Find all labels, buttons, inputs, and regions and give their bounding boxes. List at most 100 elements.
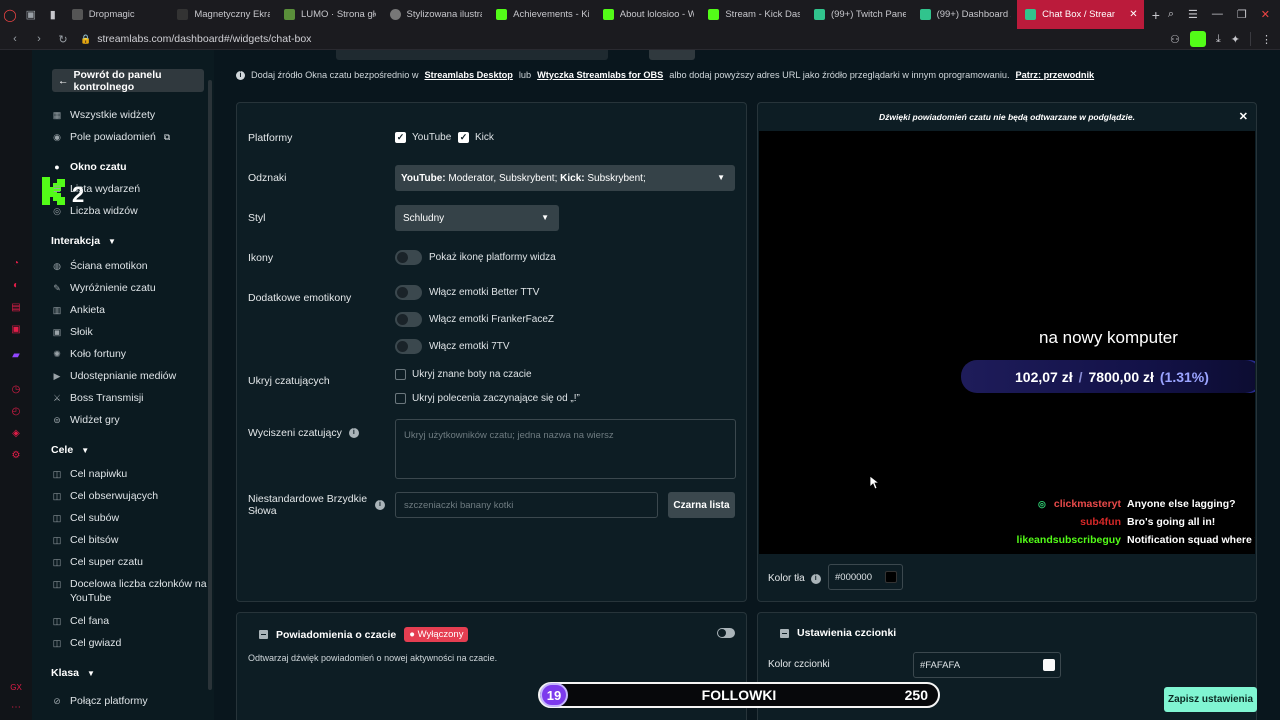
tab-8[interactable]: (99+) Dashboard / S [912, 0, 1018, 29]
sidebar-item-follower-goal[interactable]: ◫ Cel obserwujących [52, 489, 158, 503]
sidebar-item-jar[interactable]: ▣ Słoik [52, 325, 93, 339]
sidebar-scrollbar[interactable] [208, 80, 212, 690]
sidebar-item-fan-goal[interactable]: ◫ Cel fana [52, 614, 109, 628]
ai-icon[interactable]: ✦ [1231, 33, 1240, 46]
sidebar-item-game-widget[interactable]: ⊜ Widżet gry [52, 413, 119, 427]
sidebar-item-sub-goal[interactable]: ◫ Cel subów [52, 511, 119, 525]
youtube-checkbox[interactable]: ✓ YouTube [395, 132, 451, 143]
clock-icon[interactable]: ◴ [10, 406, 22, 418]
reload-icon[interactable]: ↻ [54, 33, 72, 46]
settings-icon[interactable]: ⚙ [10, 450, 22, 462]
blacklist-button[interactable]: Czarna lista [668, 492, 735, 518]
section-interakcja[interactable]: Interakcja ▼ [51, 235, 116, 247]
sidebar-item-event-list[interactable]: ☰ Lista wydarzeń [52, 182, 140, 196]
platform-icon-toggle[interactable] [395, 250, 422, 265]
sidebar-item-alert-box[interactable]: ◉ Pole powiadomień ⧉ [52, 130, 170, 144]
minimize-icon[interactable]: — [1212, 8, 1223, 21]
url-field[interactable]: 🔒 streamlabs.com/dashboard#/widgets/chat… [80, 33, 311, 45]
messages-icon[interactable]: ▤ [10, 302, 22, 314]
sidebar-item-poll[interactable]: ▥ Ankieta [52, 303, 105, 317]
arrow-left-icon: ← [58, 74, 69, 87]
sidebar-item-all-widgets[interactable]: ▦ Wszystkie widżety [52, 108, 155, 122]
tab-3[interactable]: Stylizowana ilustrac [382, 0, 489, 29]
sidebar-item-bits-goal[interactable]: ◫ Cel bitsów [52, 533, 119, 547]
tab-9-active[interactable]: Chat Box / Streamlabs✕ [1017, 0, 1144, 29]
chat-notifications-toggle[interactable] [717, 628, 735, 638]
whatsapp-icon[interactable]: ◔ [10, 258, 22, 270]
save-settings-button[interactable]: Zapisz ustawienia [1164, 687, 1257, 712]
help-icon[interactable]: i [375, 500, 385, 510]
back-to-dashboard-button[interactable]: ← Powrót do panelu kontrolnego [52, 69, 204, 93]
tab-1[interactable]: Magnetyczny Ekran [169, 0, 276, 29]
tab-menu-icon[interactable]: ☰ [1188, 8, 1198, 21]
close-window-icon[interactable]: ✕ [1261, 8, 1270, 21]
history-icon[interactable]: ◷ [10, 384, 22, 396]
font-settings-title[interactable]: Ustawienia czcionki [780, 627, 896, 639]
hide-bots-checkbox[interactable]: Ukryj znane boty na czacie [395, 369, 532, 380]
forward-icon[interactable]: › [30, 33, 48, 45]
bad-words-input[interactable]: szczeniaczki banany kotki [395, 492, 658, 518]
download-icon[interactable]: ⤓ [1216, 33, 1221, 46]
twitch-icon[interactable]: ▰ [10, 350, 22, 362]
tab-4[interactable]: Achievements - Kick [488, 0, 595, 29]
platforms-label: Platformy [248, 132, 293, 144]
tab-0[interactable]: Dropmagic [64, 0, 170, 29]
more-icon[interactable]: ⋯ [10, 702, 22, 714]
guide-link[interactable]: Patrz: przewodnik [1016, 70, 1095, 80]
tab-5[interactable]: About lolosioo - Wa [595, 0, 701, 29]
sidebar-item-youtube-member-goal-line2[interactable]: YouTube [70, 591, 111, 605]
muted-chatters-textarea[interactable]: Ukryj użytkowników czatu; jedna nazwa na… [395, 419, 736, 479]
close-tab-icon[interactable]: ✕ [1115, 9, 1137, 20]
section-cele[interactable]: Cele ▼ [51, 444, 89, 456]
sidebar-item-spin-wheel[interactable]: ✺ Koło fortuny [52, 347, 126, 361]
gx-icon[interactable]: GX [10, 682, 22, 694]
bg-color-input[interactable]: #000000 [828, 564, 903, 590]
sidebar-item-stars-goal[interactable]: ◫ Cel gwiazd [52, 636, 122, 650]
chat-notifications-title[interactable]: Powiadomienia o czacie ● Wyłączony [259, 627, 469, 642]
streamlabs-desktop-link[interactable]: Streamlabs Desktop [425, 70, 513, 80]
sidebar-item-connect-platforms[interactable]: ⊘ Połącz platformy [52, 694, 147, 708]
messenger-icon[interactable]: ◐ [10, 280, 22, 292]
pinboard-icon[interactable]: ◈ [10, 428, 22, 440]
sidebar-item-chat-highlight[interactable]: ✎ Wyróżnienie czatu [52, 281, 155, 295]
hide-commands-checkbox[interactable]: Ukryj polecenia zaczynające się od „!” [395, 393, 580, 404]
style-select[interactable]: Schludny ▼ [395, 205, 559, 231]
menu-icon[interactable]: ⋮ [1261, 33, 1272, 46]
obs-plugin-link[interactable]: Wtyczka Streamlabs for OBS [537, 70, 663, 80]
badges-select[interactable]: YouTube: Moderator, Subskrybent; Kick: S… [395, 165, 735, 191]
extension-icon[interactable] [1189, 31, 1206, 47]
sidebar-item-media-share[interactable]: ▶ Udostępnianie mediów [52, 369, 177, 383]
font-color-input[interactable]: #FAFAFA [913, 652, 1061, 678]
help-icon[interactable]: i [348, 428, 359, 438]
sidebar-item-tip-goal[interactable]: ◫ Cel napiwku [52, 467, 127, 481]
opera-logo-icon[interactable]: ◯ [0, 8, 20, 22]
sidebar-item-emote-wall[interactable]: ◍ Ściana emotikon [52, 259, 148, 273]
tab-2[interactable]: LUMO · Strona głów [276, 0, 382, 29]
new-tab-icon[interactable]: + [1144, 7, 1168, 23]
help-icon[interactable]: i [810, 573, 821, 584]
sidebar-item-chat-box[interactable]: ● Okno czatu [52, 160, 126, 174]
maximize-icon[interactable]: ❐ [1237, 8, 1247, 21]
mail-icon[interactable]: ▣ [10, 324, 22, 336]
pinned-tab-icon[interactable]: ▮ [42, 8, 64, 21]
extension-puzzle-icon[interactable]: ⚇ [1170, 33, 1180, 46]
tab-6[interactable]: Stream - Kick Dashb [700, 0, 806, 29]
ffz-toggle[interactable] [395, 312, 422, 327]
tab-7[interactable]: (99+) Twitch Panels [806, 0, 912, 29]
bttv-toggle[interactable] [395, 285, 422, 300]
sidebar-item-viewer-count[interactable]: ◎ Liczba widzów [52, 204, 138, 218]
font-color-swatch[interactable] [1043, 659, 1055, 671]
section-klasa[interactable]: Klasa ▼ [51, 667, 95, 679]
widget-url-button[interactable] [649, 50, 695, 60]
sidebar-item-stream-boss[interactable]: ⚔ Boss Transmisji [52, 391, 144, 405]
back-icon[interactable]: ‹ [6, 33, 24, 45]
7tv-toggle[interactable] [395, 339, 422, 354]
close-icon[interactable]: ✕ [1239, 110, 1248, 123]
workspaces-icon[interactable]: ▣ [20, 8, 42, 21]
search-tabs-icon[interactable]: ⌕ [1168, 8, 1174, 21]
sidebar-item-superchat-goal[interactable]: ◫ Cel super czatu [52, 555, 143, 569]
kick-checkbox[interactable]: ✓ Kick [458, 132, 494, 143]
widget-url-field[interactable] [336, 50, 608, 60]
bg-color-swatch[interactable] [885, 571, 897, 583]
sidebar-item-youtube-member-goal[interactable]: ◫ Docelowa liczba członków na [52, 577, 207, 591]
